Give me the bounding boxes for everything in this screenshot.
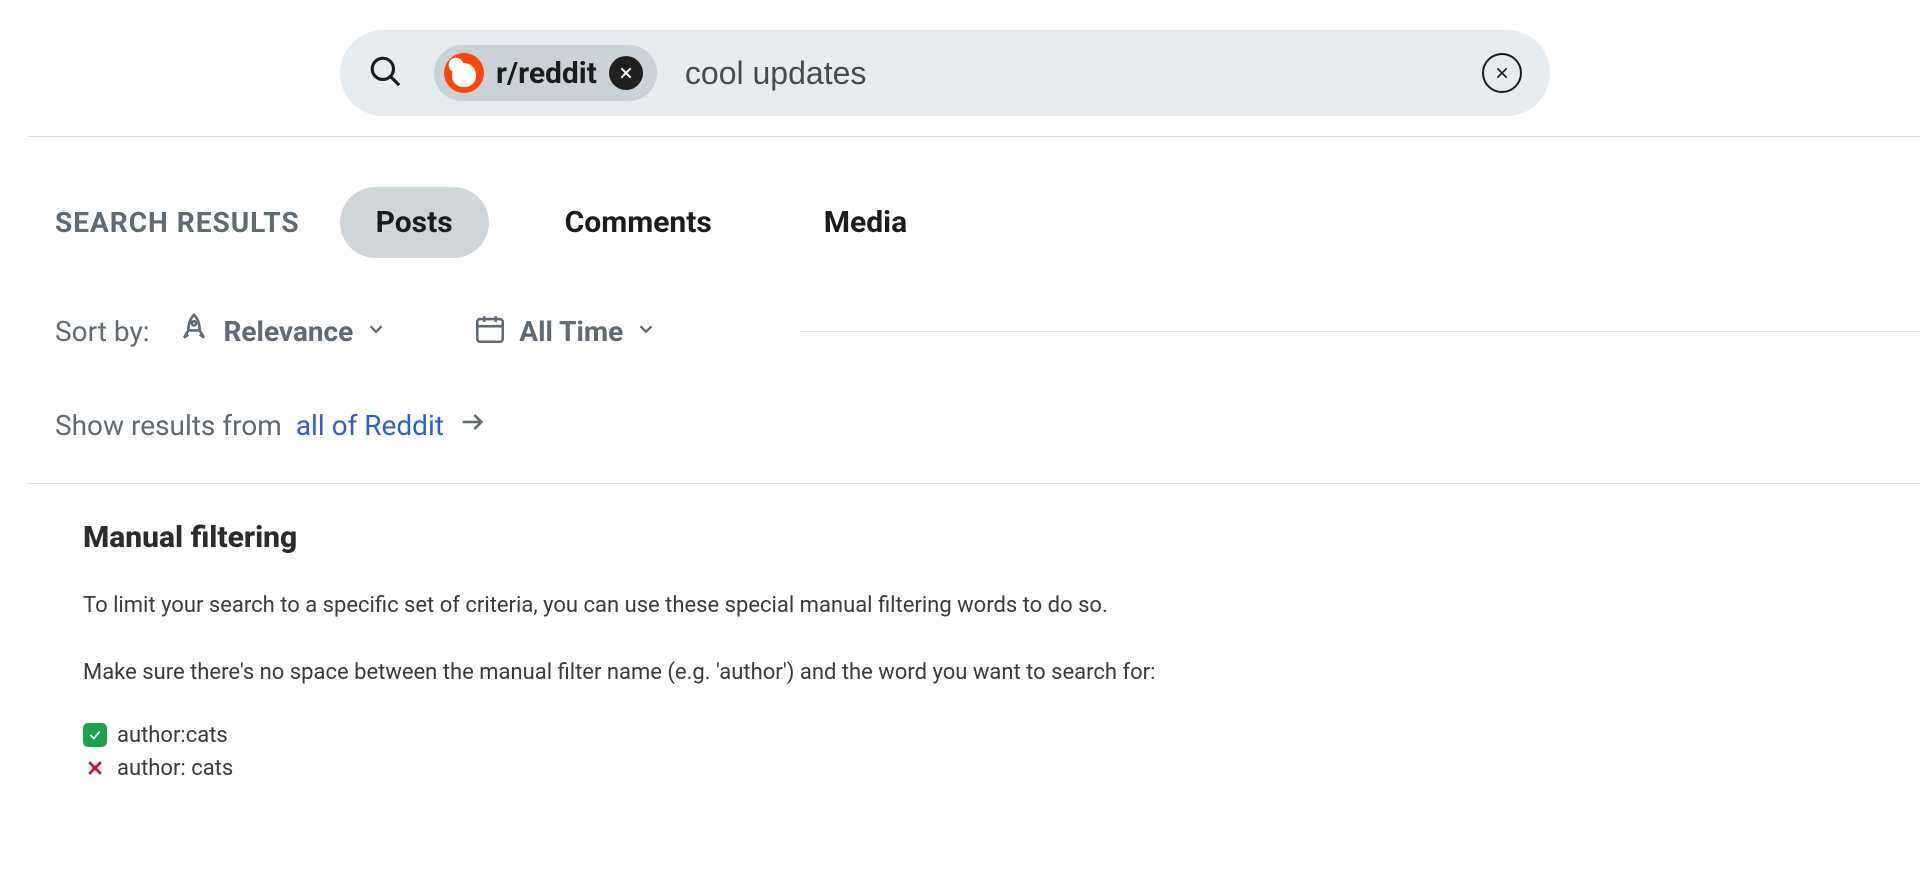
chevron-down-icon [365,318,387,344]
tab-posts[interactable]: Posts [340,187,489,258]
search-results-label: SEARCH RESULTS [55,206,300,239]
search-scope-chip[interactable]: r/reddit [434,45,657,101]
search-scope-label: r/reddit [496,56,597,91]
sort-by-label: Sort by: [55,315,149,348]
sort-row: Sort by: Relevance All Time [55,312,1920,350]
example-incorrect: author: cats [83,756,1920,781]
clear-search-button[interactable] [1482,53,1522,93]
example-correct: author:cats [83,723,1920,748]
tabs-row: SEARCH RESULTS Posts Comments Media [55,187,1920,258]
manual-filtering-heading: Manual filtering [83,520,1920,555]
search-bar[interactable]: r/reddit [340,30,1550,116]
x-icon [83,756,107,780]
manual-filtering-para-1: To limit your search to a specific set o… [83,591,1283,622]
calendar-icon [473,312,507,350]
tab-comments[interactable]: Comments [529,187,748,258]
sort-dropdown[interactable]: Relevance [177,312,387,350]
examples-list: author:cats author: cats [83,723,1920,781]
remove-scope-button[interactable] [609,56,643,90]
example-incorrect-text: author: cats [117,756,233,781]
check-icon [83,723,107,747]
sort-value: Relevance [223,315,353,348]
manual-filtering-para-2: Make sure there's no space between the m… [83,658,1283,689]
time-dropdown[interactable]: All Time [473,312,657,350]
show-results-row: Show results from all of Reddit [55,408,1920,443]
tab-media[interactable]: Media [788,187,943,258]
manual-filtering-section: Manual filtering To limit your search to… [55,484,1920,781]
sort-row-divider [800,331,1920,332]
arrow-right-icon [458,408,486,443]
rocket-icon [177,312,211,350]
search-input[interactable] [685,55,1482,92]
content-area: SEARCH RESULTS Posts Comments Media Sort… [0,137,1920,781]
all-of-reddit-link[interactable]: all of Reddit [296,409,444,442]
time-value: All Time [519,315,623,348]
subreddit-avatar-icon [444,53,484,93]
show-results-label: Show results from [55,409,282,442]
search-icon [368,54,402,92]
chevron-down-icon [635,318,657,344]
example-correct-text: author:cats [117,723,228,748]
search-bar-container: r/reddit [0,0,1920,116]
